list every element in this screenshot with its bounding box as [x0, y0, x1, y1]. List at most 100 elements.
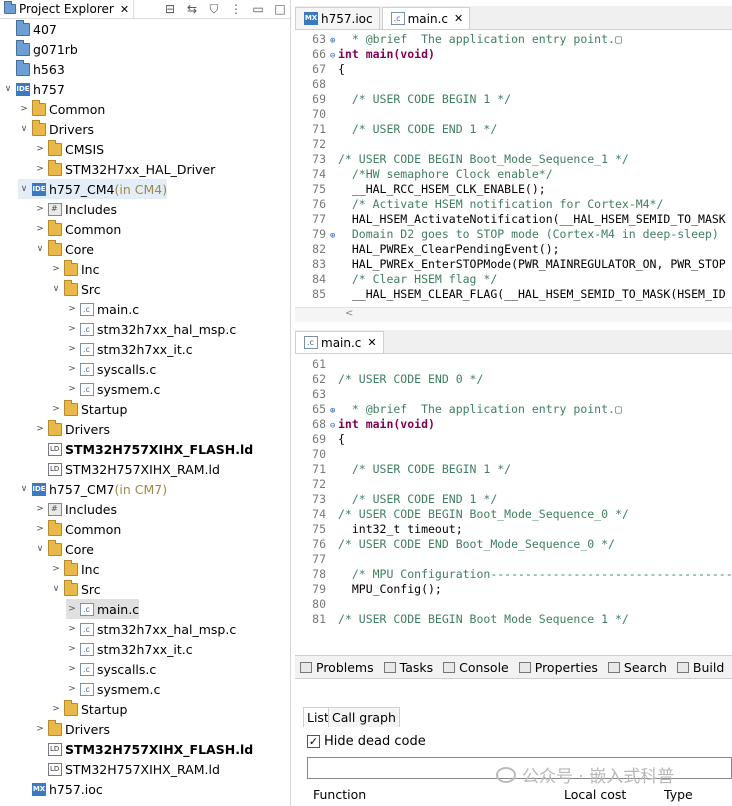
tree-item[interactable]: ∨ IDE h757_CM7 (in CM7): [18, 479, 167, 499]
tree-item[interactable]: g071rb: [2, 39, 78, 59]
collapsed-chevron-icon[interactable]: >: [34, 504, 46, 514]
tree-item[interactable]: 407: [2, 19, 57, 39]
tree-item[interactable]: > Common: [34, 519, 121, 539]
tree-item[interactable]: LD STM32H757XIHX_RAM.ld: [34, 459, 220, 479]
collapsed-chevron-icon[interactable]: >: [66, 624, 78, 634]
expanded-chevron-icon[interactable]: ∨: [50, 584, 62, 594]
tree-item[interactable]: > .c stm32h7xx_it.c: [66, 339, 192, 359]
tree-item[interactable]: ∨ IDE h757_CM4 (in CM4): [18, 179, 168, 199]
view-menu-icon[interactable]: ⋮: [225, 2, 247, 16]
link-editor-icon[interactable]: ⇆: [181, 2, 203, 16]
collapsed-chevron-icon[interactable]: >: [34, 724, 46, 734]
tree-item[interactable]: > .c sysmem.c: [66, 379, 160, 399]
collapsed-chevron-icon[interactable]: >: [66, 604, 78, 614]
column-function[interactable]: Function: [313, 787, 366, 802]
expanded-chevron-icon[interactable]: ∨: [2, 84, 14, 94]
tree-item[interactable]: > Drivers: [34, 419, 110, 439]
tree-item[interactable]: > .c sysmem.c: [66, 679, 160, 699]
collapsed-chevron-icon[interactable]: >: [66, 304, 78, 314]
expanded-chevron-icon[interactable]: ∨: [34, 544, 46, 554]
tree-item[interactable]: > Inc: [50, 259, 99, 279]
expanded-chevron-icon[interactable]: ∨: [18, 124, 30, 134]
tree-item[interactable]: ∨ Core: [34, 239, 94, 259]
collapsed-chevron-icon[interactable]: >: [66, 324, 78, 334]
tree-item[interactable]: ∨ Core: [34, 539, 94, 559]
tree-item[interactable]: > .c main.c: [66, 599, 140, 619]
tree-item[interactable]: > .c stm32h7xx_hal_msp.c: [66, 319, 236, 339]
tab-build[interactable]: Build: [672, 660, 729, 675]
expanded-chevron-icon[interactable]: ∨: [18, 484, 30, 494]
collapsed-chevron-icon[interactable]: >: [50, 264, 62, 274]
collapsed-chevron-icon[interactable]: >: [66, 644, 78, 654]
tree-item[interactable]: ∨ Src: [50, 579, 101, 599]
collapsed-chevron-icon[interactable]: >: [34, 144, 46, 154]
tree-item[interactable]: > CMSIS: [34, 139, 104, 159]
tab-call-graph[interactable]: Call graph: [328, 707, 400, 727]
filter-icon[interactable]: ⛉: [203, 2, 225, 17]
tree-item[interactable]: ∨ Drivers: [18, 119, 94, 139]
collapsed-chevron-icon[interactable]: >: [34, 224, 46, 234]
tree-item[interactable]: > Drivers: [34, 719, 110, 739]
tree-item[interactable]: LD STM32H757XIHX_FLASH.ld: [34, 739, 253, 759]
editor-tab[interactable]: MX h757.ioc: [295, 7, 380, 29]
collapsed-chevron-icon[interactable]: >: [50, 704, 62, 714]
line-number: 65: [312, 402, 326, 416]
minimize-icon[interactable]: ▭: [247, 2, 269, 16]
tree-item[interactable]: > Inc: [50, 559, 99, 579]
tree-item[interactable]: > Startup: [50, 399, 127, 419]
tree-item[interactable]: ∨ Src: [50, 279, 101, 299]
tree-item[interactable]: > .c stm32h7xx_hal_msp.c: [66, 619, 236, 639]
tree-item[interactable]: > .c main.c: [66, 299, 139, 319]
editor1-code[interactable]: 63 ⊕ * @brief The application entry point…: [295, 30, 732, 307]
tree-item[interactable]: > Startup: [50, 699, 127, 719]
collapsed-chevron-icon[interactable]: >: [50, 564, 62, 574]
tab-problems[interactable]: Problems: [295, 660, 379, 675]
tree-item[interactable]: > Common: [34, 219, 121, 239]
close-icon[interactable]: ✕: [454, 12, 463, 25]
close-icon[interactable]: ✕: [120, 3, 129, 16]
tab-tasks[interactable]: Tasks: [379, 660, 439, 675]
tree-item[interactable]: > Common: [18, 99, 105, 119]
collapsed-chevron-icon[interactable]: >: [34, 424, 46, 434]
maximize-icon[interactable]: □: [269, 2, 290, 16]
collapsed-chevron-icon[interactable]: >: [34, 204, 46, 214]
tree-item[interactable]: LD STM32H757XIHX_FLASH.ld: [34, 439, 253, 459]
expanded-chevron-icon[interactable]: ∨: [34, 244, 46, 254]
collapsed-chevron-icon[interactable]: >: [34, 164, 46, 174]
collapsed-chevron-icon[interactable]: >: [66, 664, 78, 674]
expanded-chevron-icon[interactable]: ∨: [50, 284, 62, 294]
tab-search[interactable]: Search: [603, 660, 672, 675]
tree-item[interactable]: ∨ IDE h757: [2, 79, 65, 99]
collapse-all-icon[interactable]: ⊟: [159, 2, 181, 16]
tree-item[interactable]: > STM32H7xx_HAL_Driver: [34, 159, 215, 179]
tree-item[interactable]: h563: [2, 59, 65, 79]
expanded-chevron-icon[interactable]: ∨: [18, 184, 30, 194]
collapsed-chevron-icon[interactable]: >: [66, 684, 78, 694]
collapsed-chevron-icon[interactable]: >: [34, 524, 46, 534]
tree-item[interactable]: > .c syscalls.c: [66, 659, 156, 679]
column-type[interactable]: Type: [664, 787, 693, 802]
code-text: MPU_Config();: [338, 582, 442, 596]
tree-item[interactable]: MX h757.ioc: [18, 779, 103, 799]
tree-item[interactable]: > .c syscalls.c: [66, 359, 156, 379]
tab-properties[interactable]: Properties: [514, 660, 603, 675]
tab-console[interactable]: Console: [438, 660, 514, 675]
tree-item[interactable]: > # Includes: [34, 199, 117, 219]
editor1-hscroll[interactable]: <: [295, 307, 732, 322]
checkbox-checked-icon[interactable]: ✓: [307, 735, 320, 748]
tree-item[interactable]: > .c stm32h7xx_it.c: [66, 639, 192, 659]
close-icon[interactable]: ✕: [367, 336, 376, 349]
collapsed-chevron-icon[interactable]: >: [18, 104, 30, 114]
tree-item[interactable]: LD STM32H757XIHX_RAM.ld: [34, 759, 220, 779]
tab-project-explorer[interactable]: Project Explorer ✕: [0, 0, 135, 19]
collapsed-chevron-icon[interactable]: >: [66, 364, 78, 374]
collapsed-chevron-icon[interactable]: >: [50, 404, 62, 414]
tree-item[interactable]: > # Includes: [34, 499, 117, 519]
column-local-cost[interactable]: Local cost: [564, 787, 626, 802]
collapsed-chevron-icon[interactable]: >: [66, 344, 78, 354]
editor2-code[interactable]: 61 62 /* USER CODE END 0 */ 63 65 ⊕ * @brief …: [295, 355, 732, 625]
hide-dead-code-row[interactable]: ✓ Hide dead code: [307, 734, 426, 749]
editor-tab[interactable]: .c main.c ✕: [381, 7, 471, 29]
editor-tab[interactable]: .c main.c ✕: [295, 331, 384, 353]
collapsed-chevron-icon[interactable]: >: [66, 384, 78, 394]
